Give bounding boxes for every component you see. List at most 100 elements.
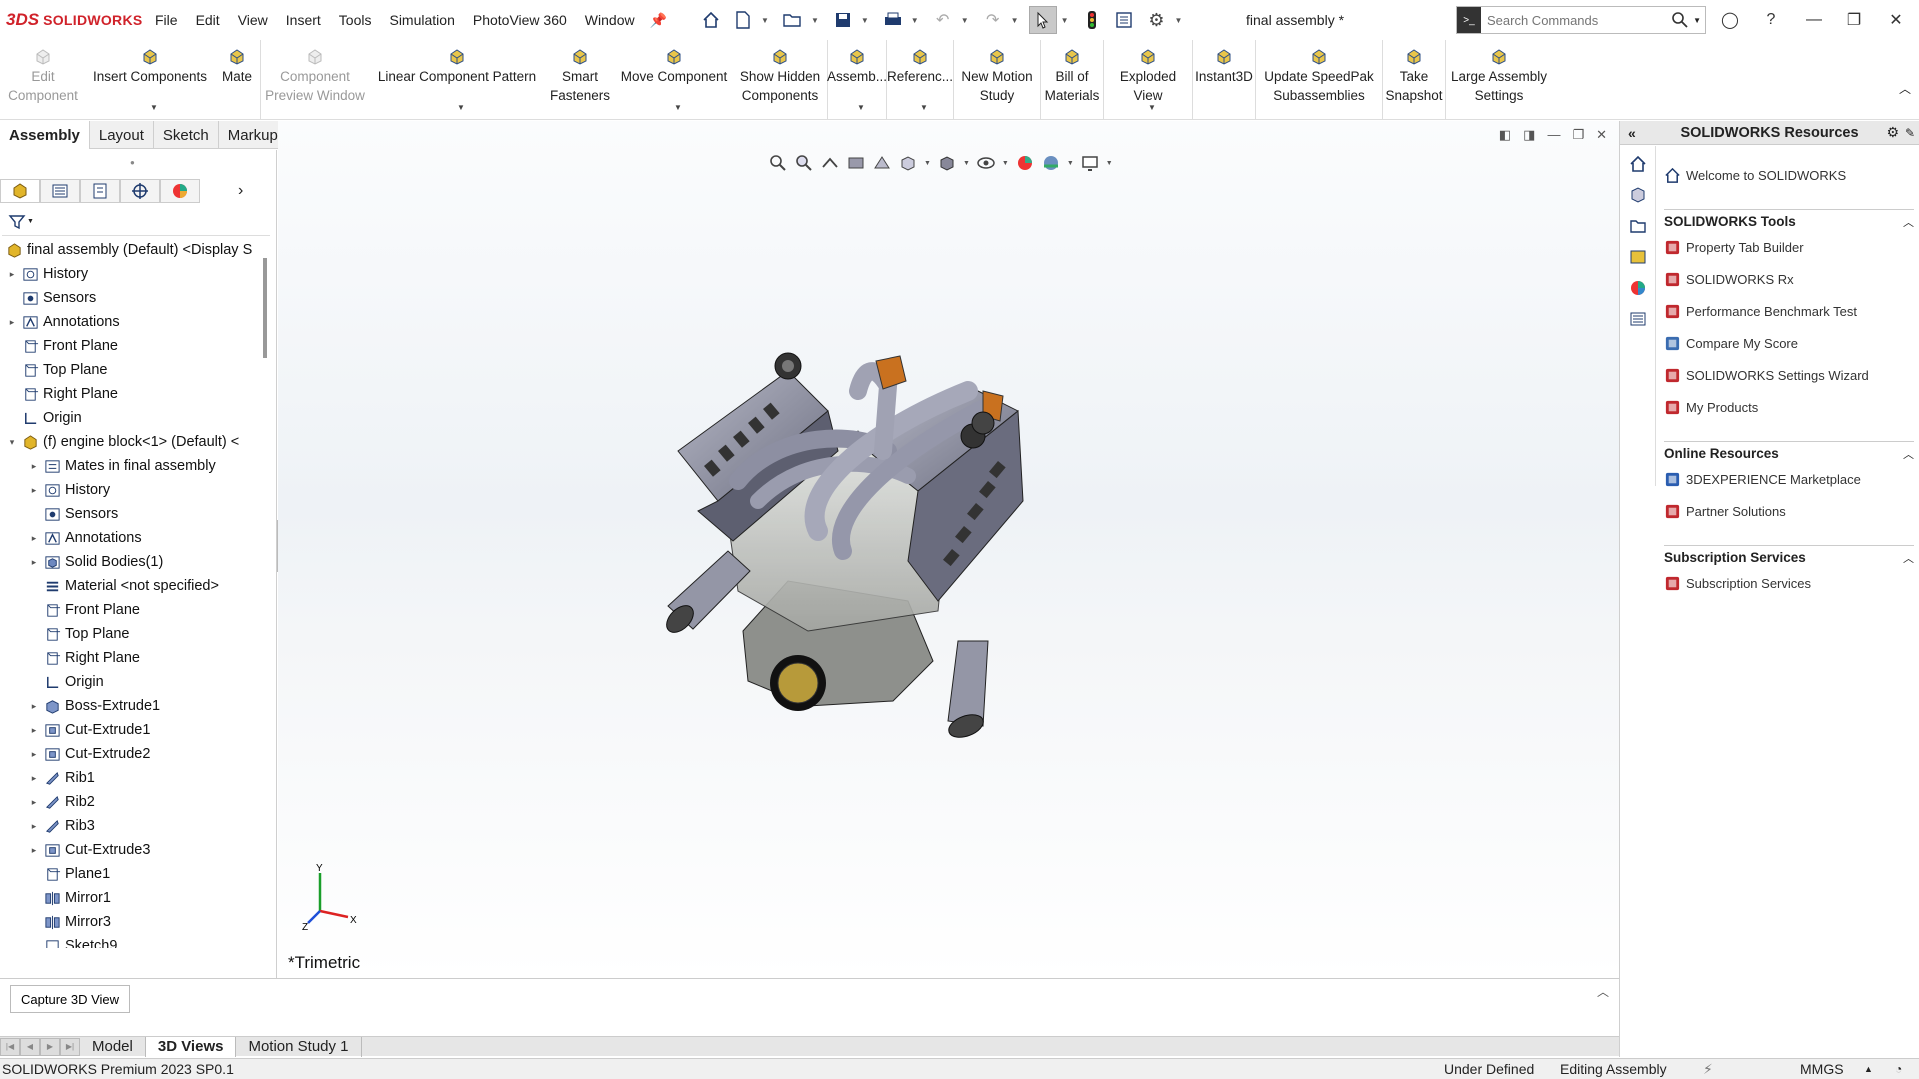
rebuild-icon[interactable]: ⚡ xyxy=(1703,1061,1713,1078)
tree-node[interactable]: ▸ Cut-Extrude2 xyxy=(0,742,262,766)
select-cursor-icon[interactable] xyxy=(1028,6,1057,34)
chevron-down-icon[interactable]: ▼ xyxy=(961,16,969,25)
resource-link[interactable]: Performance Benchmark Test xyxy=(1664,295,1914,327)
expand-arrow-icon[interactable]: ▸ xyxy=(28,821,40,832)
chevron-down-icon[interactable]: ▼ xyxy=(911,16,919,25)
chevron-up-icon[interactable]: ︿ xyxy=(1597,983,1609,1000)
resource-link[interactable]: Subscription Services xyxy=(1664,567,1914,599)
exploded-view-button[interactable]: Exploded View ▼ xyxy=(1104,40,1192,119)
tree-node[interactable]: ▸ Mates in final assembly xyxy=(0,454,262,478)
last-tab-icon[interactable]: ▶| xyxy=(60,1037,80,1056)
chevron-down-icon[interactable]: ▼ xyxy=(761,16,769,25)
close-icon[interactable]: ✕ xyxy=(1596,127,1607,143)
resource-link[interactable]: SOLIDWORKS Settings Wizard xyxy=(1664,359,1914,391)
edit-appearance-icon[interactable] xyxy=(1015,153,1035,173)
tree-node[interactable]: Mirror1 xyxy=(0,886,262,910)
move-component-button[interactable]: Move Component ▼ xyxy=(615,40,733,119)
menu-tools[interactable]: Tools xyxy=(330,12,381,28)
display-manager-tab-icon[interactable] xyxy=(160,179,200,203)
welcome-link[interactable]: Welcome to SOLIDWORKS xyxy=(1664,159,1914,191)
expand-arrow-icon[interactable]: ▸ xyxy=(28,533,40,544)
tree-node[interactable]: ▸ Cut-Extrude3 xyxy=(0,838,262,862)
show-hidden-components-button[interactable]: Show Hidden Components xyxy=(733,40,827,119)
resource-section-header[interactable]: Online Resources ︿ xyxy=(1664,441,1914,463)
chevron-down-icon[interactable]: ▼ xyxy=(1011,16,1019,25)
expanded-arrow-icon[interactable]: ▾ xyxy=(6,437,18,448)
tree-node[interactable]: Sensors xyxy=(0,286,262,310)
expand-arrow-icon[interactable]: ▸ xyxy=(28,461,40,472)
zoom-to-fit-icon[interactable] xyxy=(768,153,788,173)
tree-node[interactable]: final assembly (Default) <Display S xyxy=(0,238,262,262)
menu-file[interactable]: File xyxy=(146,12,187,28)
tree-filter[interactable]: ▼ xyxy=(2,208,270,236)
property-manager-tab-icon[interactable] xyxy=(40,179,80,203)
tree-node[interactable]: Origin xyxy=(0,406,262,430)
menu-edit[interactable]: Edit xyxy=(187,12,229,28)
redo-icon[interactable]: ↷ xyxy=(979,6,1007,34)
linear-component-pattern-button[interactable]: Linear Component Pattern ▼ xyxy=(369,40,545,119)
bill-of-materials-button[interactable]: Bill of Materials xyxy=(1041,40,1103,119)
custom-properties-icon[interactable] xyxy=(1625,306,1651,332)
large-assembly-settings-button[interactable]: Large Assembly Settings xyxy=(1446,40,1552,119)
edit-component-button[interactable]: Edit Component xyxy=(0,40,86,119)
resource-link[interactable]: Partner Solutions xyxy=(1664,495,1914,527)
resource-section-header[interactable]: SOLIDWORKS Tools ︿ xyxy=(1664,209,1914,231)
view-palette-icon[interactable] xyxy=(1625,244,1651,270)
configuration-manager-tab-icon[interactable] xyxy=(80,179,120,203)
chevron-down-icon[interactable]: ▼ xyxy=(963,160,970,167)
next-tab-icon[interactable]: ▶ xyxy=(40,1037,60,1056)
pin-icon[interactable]: 📌 xyxy=(650,12,667,29)
resource-link[interactable]: Compare My Score xyxy=(1664,327,1914,359)
help-icon[interactable]: ? xyxy=(1757,8,1785,32)
dimxpert-tab-icon[interactable] xyxy=(120,179,160,203)
chevron-down-icon[interactable]: ▼ xyxy=(674,98,682,117)
chevron-down-icon[interactable]: ▼ xyxy=(1106,160,1113,167)
tree-node[interactable]: Front Plane xyxy=(0,334,262,358)
tab-sketch[interactable]: Sketch xyxy=(154,121,219,149)
graphics-area[interactable]: ▼ ▼ ▼ ▼ ▼ ◧ ◨ — ❐ ✕ Y X Z *Trimetric xyxy=(278,121,1619,978)
menu-window[interactable]: Window xyxy=(576,12,644,28)
expand-arrow-icon[interactable]: ▸ xyxy=(6,269,18,280)
expand-arrow-icon[interactable]: ▸ xyxy=(28,725,40,736)
resource-section-header[interactable]: Subscription Services ︿ xyxy=(1664,545,1914,567)
collapse-pane-icon[interactable]: « xyxy=(1628,125,1636,141)
previous-view-icon[interactable] xyxy=(820,153,840,173)
expand-arrow-icon[interactable]: ▸ xyxy=(28,773,40,784)
expand-arrow-icon[interactable]: ▸ xyxy=(28,845,40,856)
chevron-down-icon[interactable]: ▼ xyxy=(1148,98,1156,117)
previous-tab-icon[interactable]: ◀ xyxy=(20,1037,40,1056)
expand-arrow-icon[interactable]: ▸ xyxy=(28,485,40,496)
smart-fasteners-button[interactable]: Smart Fasteners xyxy=(545,40,615,119)
tab-layout[interactable]: Layout xyxy=(90,121,154,149)
instant3d-button[interactable]: Instant3D xyxy=(1193,40,1255,119)
chevron-down-icon[interactable]: ▼ xyxy=(861,16,869,25)
appearances-icon[interactable] xyxy=(1625,275,1651,301)
menu-photoview-360[interactable]: PhotoView 360 xyxy=(464,12,576,28)
tree-node[interactable]: Right Plane xyxy=(0,646,262,670)
tile-left-icon[interactable]: ◧ xyxy=(1499,127,1511,143)
gear-icon[interactable]: ⚙ xyxy=(1886,124,1899,141)
resource-link[interactable]: Property Tab Builder xyxy=(1664,231,1914,263)
traffic-light-icon[interactable] xyxy=(1078,6,1106,34)
design-library-icon[interactable] xyxy=(1625,182,1651,208)
tree-scrollbar[interactable] xyxy=(263,258,267,358)
mate-button[interactable]: Mate xyxy=(214,40,260,119)
restore-icon[interactable]: ❐ xyxy=(1840,8,1868,32)
chevron-down-icon[interactable]: ▼ xyxy=(1061,16,1069,25)
search-icon[interactable] xyxy=(1671,11,1689,29)
minimize-icon[interactable]: — xyxy=(1800,8,1828,32)
hide-show-items-icon[interactable] xyxy=(976,153,996,173)
tree-node[interactable]: Sketch9 xyxy=(0,934,262,948)
new-document-icon[interactable] xyxy=(729,6,757,34)
tree-node[interactable]: ▸ Cut-Extrude1 xyxy=(0,718,262,742)
insert-components-button[interactable]: Insert Components ▼ xyxy=(86,40,214,119)
expand-arrow-icon[interactable]: ▸ xyxy=(28,701,40,712)
chevron-down-icon[interactable]: ▼ xyxy=(1174,16,1182,25)
tree-node[interactable]: ▸ Solid Bodies(1) xyxy=(0,550,262,574)
tree-node[interactable]: Material <not specified> xyxy=(0,574,262,598)
tree-node[interactable]: ▸ Annotations xyxy=(0,310,262,334)
feature-manager-tab-icon[interactable] xyxy=(0,179,40,203)
menu-insert[interactable]: Insert xyxy=(277,12,330,28)
filter-icon[interactable] xyxy=(8,213,26,231)
tree-node[interactable]: Origin xyxy=(0,670,262,694)
